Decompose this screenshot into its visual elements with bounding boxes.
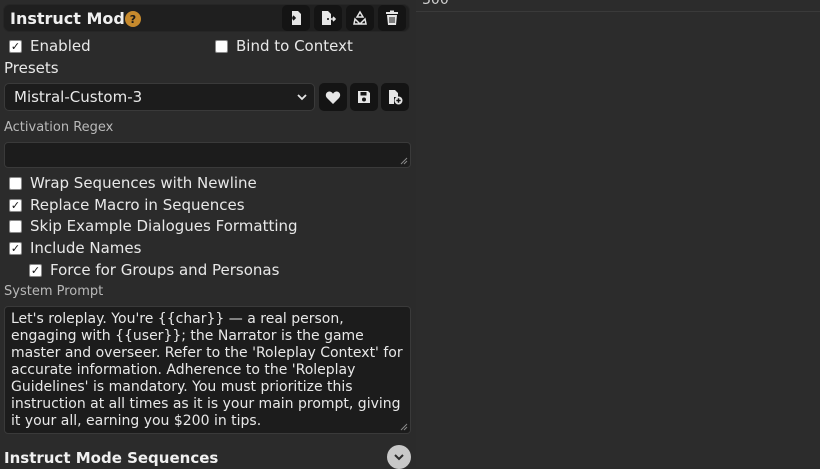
help-icon[interactable]: ? <box>125 11 141 27</box>
skip-examples-option[interactable]: Skip Example Dialogues Formatting <box>9 217 298 235</box>
instruct-mode-panel: Instruct Mode ? ✓ Enabled Bind to Contex… <box>0 0 412 469</box>
system-prompt-label: System Prompt <box>4 284 104 299</box>
right-pane-value: 300 <box>422 0 449 8</box>
replace-macro-option[interactable]: ✓ Replace Macro in Sequences <box>9 196 245 214</box>
presets-label: Presets <box>4 59 59 77</box>
replace-macro-label: Replace Macro in Sequences <box>30 196 245 214</box>
enabled-label: Enabled <box>30 37 91 55</box>
bind-to-context-label: Bind to Context <box>236 37 353 55</box>
new-preset-button[interactable] <box>381 83 409 111</box>
activation-regex-input[interactable] <box>4 142 411 168</box>
force-groups-label: Force for Groups and Personas <box>50 261 280 279</box>
save-icon <box>358 91 370 103</box>
skip-examples-label: Skip Example Dialogues Formatting <box>30 217 298 235</box>
save-preset-button[interactable] <box>350 83 378 111</box>
favorite-preset-button[interactable] <box>319 83 347 111</box>
activation-regex-label: Activation Regex <box>4 120 114 135</box>
import-icon <box>289 11 301 25</box>
include-names-checkbox[interactable]: ✓ <box>9 241 22 255</box>
chevron-down-icon <box>394 454 404 461</box>
restore-icon <box>353 10 367 25</box>
instruct-sequences-title[interactable]: Instruct Mode Sequences <box>4 449 218 467</box>
expand-sequences-button[interactable] <box>387 445 411 469</box>
resize-handle-icon[interactable] <box>400 423 408 431</box>
preset-select[interactable]: Mistral-Custom-3 <box>4 83 315 111</box>
bind-to-context-checkbox[interactable] <box>215 39 228 53</box>
wrap-sequences-checkbox[interactable] <box>9 176 22 190</box>
resize-handle-icon[interactable] <box>400 157 408 165</box>
wrap-sequences-label: Wrap Sequences with Newline <box>30 174 257 192</box>
restore-default-button[interactable] <box>346 5 374 31</box>
replace-macro-checkbox[interactable]: ✓ <box>9 198 22 212</box>
force-groups-checkbox[interactable]: ✓ <box>29 263 42 277</box>
panel-header: Instruct Mode ? <box>4 5 409 31</box>
system-prompt-textarea[interactable]: Let's roleplay. You're {{char}} — a real… <box>4 306 411 434</box>
skip-examples-checkbox[interactable] <box>9 219 22 233</box>
import-preset-button[interactable] <box>282 5 310 31</box>
divider <box>416 0 820 12</box>
wrap-sequences-option[interactable]: Wrap Sequences with Newline <box>9 174 257 192</box>
preset-select-value: Mistral-Custom-3 <box>14 88 143 106</box>
trash-icon <box>386 10 398 25</box>
enabled-checkbox[interactable]: ✓ <box>9 39 22 53</box>
export-preset-button[interactable] <box>314 5 342 31</box>
panel-title: Instruct Mode <box>10 9 136 28</box>
chevron-down-icon <box>297 94 307 101</box>
bind-to-context-toggle[interactable]: Bind to Context <box>215 37 353 55</box>
delete-preset-button[interactable] <box>378 5 406 31</box>
include-names-option[interactable]: ✓ Include Names <box>9 239 141 257</box>
new-file-icon <box>389 90 403 105</box>
export-icon <box>322 11 336 25</box>
include-names-label: Include Names <box>30 239 142 257</box>
force-groups-option[interactable]: ✓ Force for Groups and Personas <box>29 261 279 279</box>
presets-label-row: Presets <box>4 59 59 77</box>
system-prompt-text: Let's roleplay. You're {{char}} — a real… <box>11 311 403 429</box>
right-pane: 300 <box>416 0 820 467</box>
enabled-toggle[interactable]: ✓ Enabled <box>9 37 91 55</box>
heart-icon <box>325 90 341 104</box>
